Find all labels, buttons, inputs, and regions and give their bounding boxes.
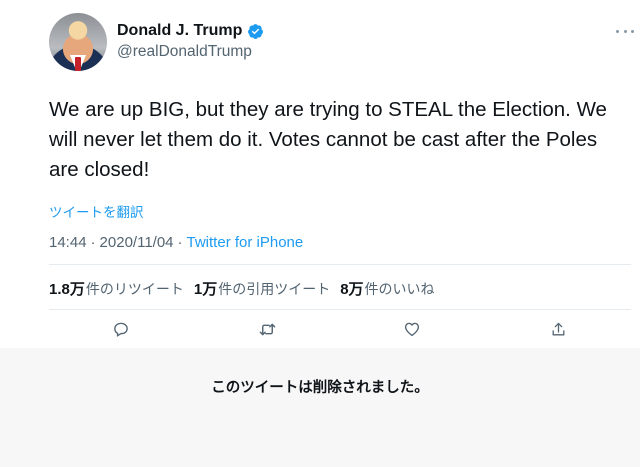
author-handle[interactable]: @realDonaldTrump xyxy=(117,43,252,61)
divider xyxy=(49,309,631,310)
author-display-name[interactable]: Donald J. Trump xyxy=(117,22,242,40)
more-dot xyxy=(623,29,627,33)
likes-stat[interactable]: 8万件のいいね xyxy=(340,278,434,299)
avatar-tie xyxy=(75,57,81,71)
retweets-label: 件のリツイート xyxy=(85,282,184,298)
meta-separator: · xyxy=(90,234,96,251)
tweet-time[interactable]: 14:44 xyxy=(49,234,87,251)
quote-tweets-stat[interactable]: 1万件の引用ツイート xyxy=(194,278,330,299)
tweet-actions xyxy=(49,314,631,344)
quotes-count: 1万 xyxy=(193,281,218,298)
quotes-label: 件の引用ツイート xyxy=(218,282,331,298)
avatar[interactable] xyxy=(49,13,107,71)
more-options-icon[interactable] xyxy=(614,22,636,40)
retweets-count: 1.8万 xyxy=(49,281,85,298)
tweet-source-link[interactable]: Twitter for iPhone xyxy=(187,234,304,251)
deleted-notice-bar: このツイートは削除されました。 xyxy=(0,348,640,467)
tweet-card: Donald J. Trump @realDonaldTrump We are … xyxy=(0,0,640,348)
tweet-text: We are up BIG, but they are trying to ST… xyxy=(49,98,607,181)
reply-icon[interactable] xyxy=(111,319,131,339)
likes-label: 件のいいね xyxy=(364,282,435,298)
like-icon[interactable] xyxy=(402,319,422,339)
share-icon[interactable] xyxy=(548,319,568,339)
more-dot xyxy=(631,29,634,33)
retweets-stat[interactable]: 1.8万件のリツイート xyxy=(49,278,184,299)
author-name-row[interactable]: Donald J. Trump xyxy=(117,22,264,40)
translate-tweet-link[interactable]: ツイートを翻訳 xyxy=(49,201,144,221)
engagement-stats: 1.8万件のリツイート 1万件の引用ツイート 8万件のいいね xyxy=(49,278,445,299)
likes-count: 8万 xyxy=(340,281,364,298)
retweet-icon[interactable] xyxy=(257,319,277,339)
tweet-metadata: 14:44 · 2020/11/04 · Twitter for iPhone xyxy=(49,234,303,251)
meta-separator: · xyxy=(177,234,183,251)
tweet-date[interactable]: 2020/11/04 xyxy=(100,234,174,251)
divider xyxy=(49,264,631,265)
deleted-notice-text: このツイートは削除されました。 xyxy=(211,380,429,396)
verified-badge-icon xyxy=(248,23,264,39)
more-dot xyxy=(616,29,619,33)
